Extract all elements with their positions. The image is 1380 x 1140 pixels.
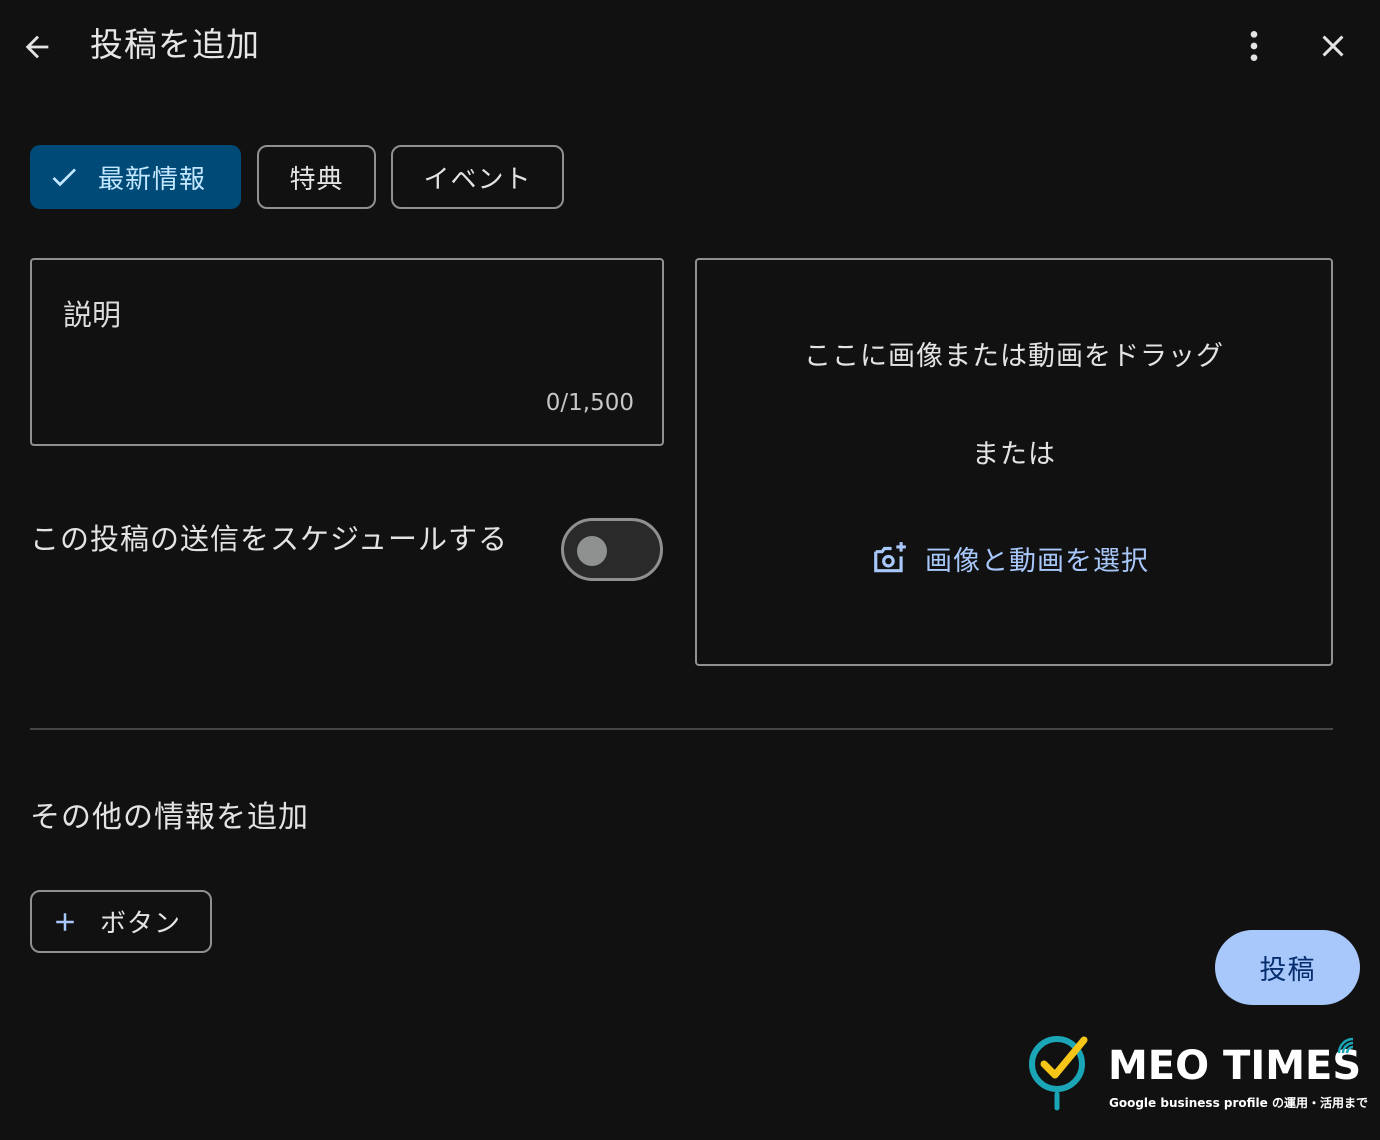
toggle-knob xyxy=(577,536,607,566)
close-button[interactable] xyxy=(1311,24,1355,68)
plus-icon xyxy=(56,912,74,931)
more-options-button[interactable] xyxy=(1232,24,1276,68)
post-button[interactable]: 投稿 xyxy=(1215,930,1360,1005)
select-media-button[interactable]: 画像と動画を選択 xyxy=(871,532,1149,584)
add-button-button[interactable]: ボタン xyxy=(30,890,212,953)
page-title: 投稿を追加 xyxy=(90,25,260,64)
post-button-label: 投稿 xyxy=(1259,955,1316,986)
chip-event[interactable]: イベント xyxy=(391,145,564,209)
character-counter: 0/1,500 xyxy=(545,390,634,416)
description-field[interactable]: 説明 0/1,500 xyxy=(30,258,664,446)
description-label: 説明 xyxy=(63,298,122,332)
arrow-left-icon xyxy=(25,35,49,59)
back-button[interactable] xyxy=(14,24,60,70)
chip-benefit[interactable]: 特典 xyxy=(257,145,376,209)
signal-icon xyxy=(1337,1037,1354,1054)
logo-brand: MEO TIMES xyxy=(1108,1043,1362,1089)
schedule-toggle[interactable] xyxy=(561,518,663,581)
chip-latest-label: 最新情報 xyxy=(98,164,207,195)
chip-benefit-label: 特典 xyxy=(289,164,344,195)
drop-zone-text: ここに画像または動画をドラッグ xyxy=(804,341,1224,372)
chip-latest-info[interactable]: 最新情報 xyxy=(30,145,241,209)
select-media-label: 画像と動画を選択 xyxy=(925,545,1149,577)
more-info-heading: その他の情報を追加 xyxy=(30,800,309,835)
close-icon xyxy=(1322,35,1344,57)
add-photo-icon xyxy=(874,542,906,573)
chip-event-label: イベント xyxy=(423,164,532,195)
add-button-label: ボタン xyxy=(100,909,182,939)
section-divider xyxy=(30,728,1333,730)
media-drop-zone[interactable]: ここに画像または動画をドラッグ または 画像と動画を選択 xyxy=(695,258,1333,666)
logo-tagline: Google business profile の運用・活用まで xyxy=(1109,1096,1368,1110)
check-icon xyxy=(52,168,76,187)
meo-times-logo: MEO TIMES Google business profile の運用・活用… xyxy=(1028,1032,1368,1112)
schedule-label: この投稿の送信をスケジュールする xyxy=(30,522,508,556)
more-vert-icon xyxy=(1250,31,1258,61)
drop-zone-or: または xyxy=(972,439,1056,470)
map-pin-check-icon xyxy=(1029,1036,1088,1111)
